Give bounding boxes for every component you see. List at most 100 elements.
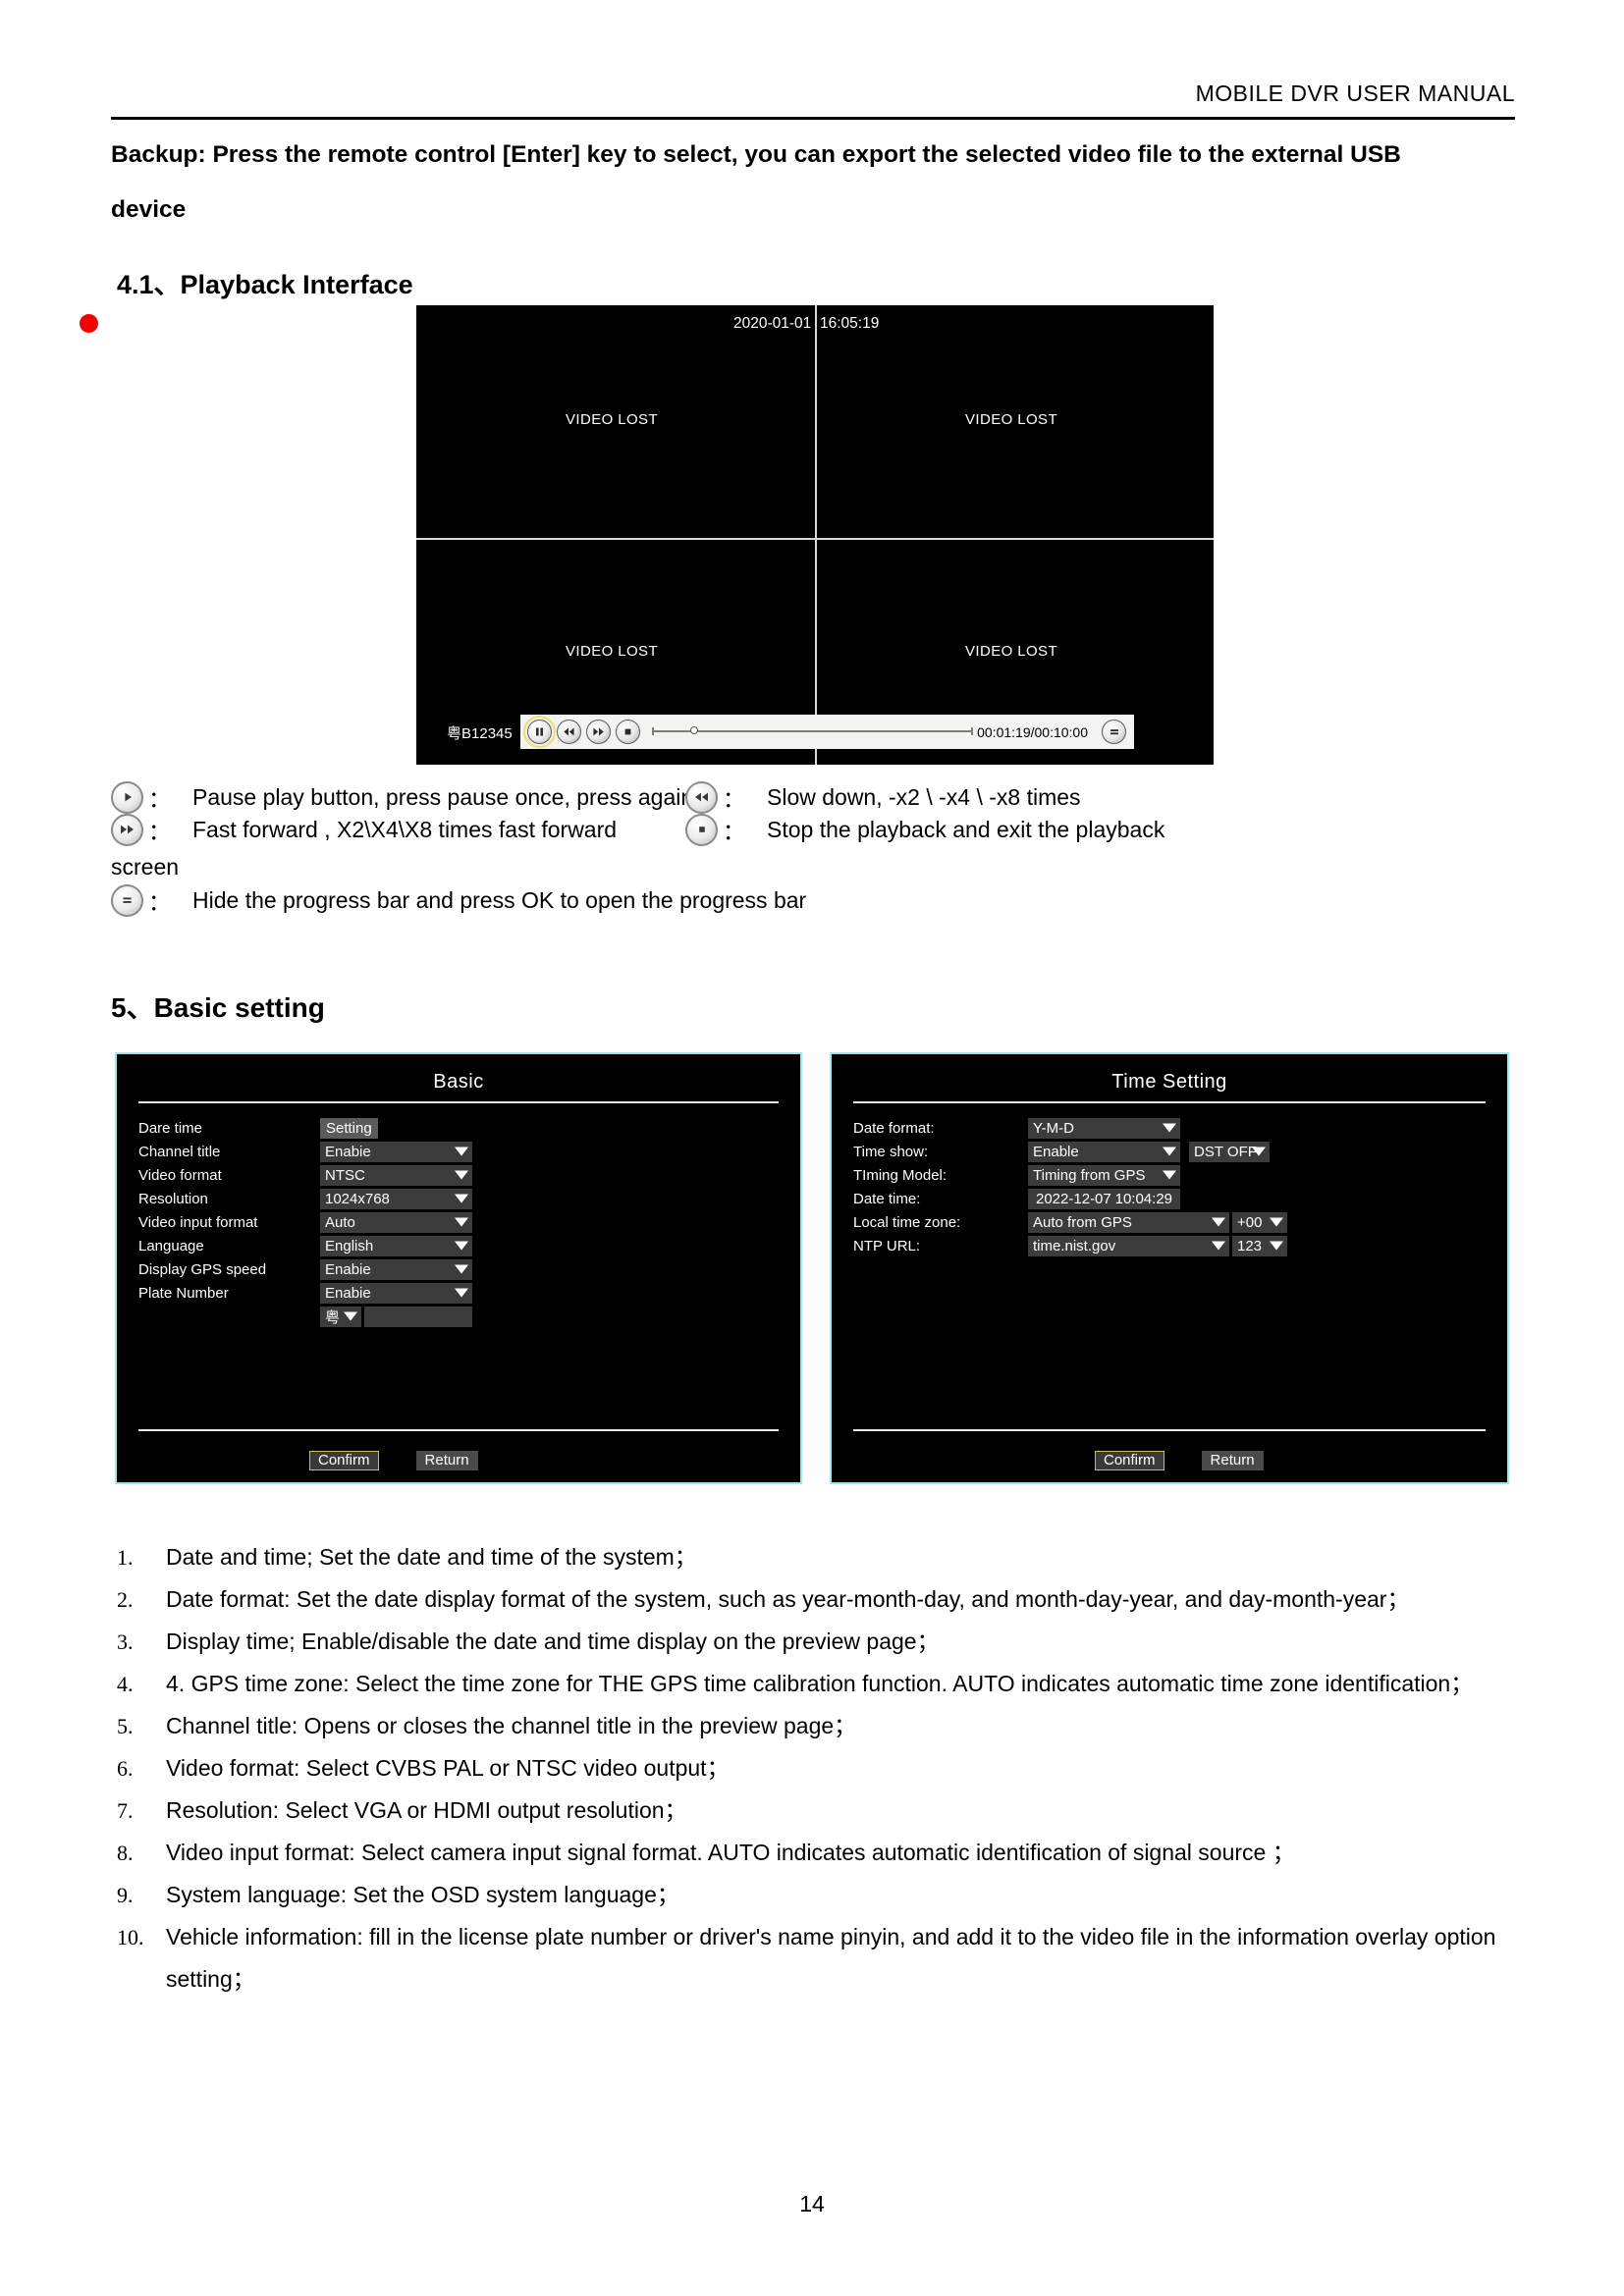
list-item: 1. Date and time; Set the date and time … xyxy=(111,1536,1525,1578)
legend-colon: ： xyxy=(148,819,171,844)
stop-button[interactable] xyxy=(616,720,640,744)
progress-slider[interactable] xyxy=(652,720,974,744)
chevron-down-icon xyxy=(1252,1147,1266,1156)
plate-number-input[interactable] xyxy=(364,1306,472,1327)
setting-row-display-gps-speed: Display GPS speed Enabie xyxy=(138,1258,800,1280)
section-heading-basic-setting: 5、Basic setting xyxy=(111,992,325,1023)
list-item: 8. Video input format: Select camera inp… xyxy=(111,1832,1525,1874)
playback-time-readout: 00:01:19/00:10:00 xyxy=(977,723,1088,740)
menu-icon xyxy=(111,883,143,917)
language-select[interactable]: English xyxy=(320,1235,472,1256)
time-return-button[interactable]: Return xyxy=(1201,1451,1264,1470)
list-item: 9. System language: Set the OSD system l… xyxy=(111,1874,1525,1916)
row-label: Plate Number xyxy=(138,1284,229,1302)
settings-panels: Basic Dare time Setting Channel title En… xyxy=(115,1052,1509,1484)
slider-handle[interactable] xyxy=(689,726,698,734)
row-label: Language xyxy=(138,1237,204,1255)
play-glyph xyxy=(124,792,132,802)
chevron-down-icon xyxy=(455,1170,468,1180)
pause-play-button[interactable] xyxy=(523,716,556,748)
fast-forward-button[interactable] xyxy=(586,720,611,744)
date-format-select[interactable]: Y-M-D xyxy=(1028,1117,1180,1139)
row-label: Resolution xyxy=(138,1190,208,1207)
list-item: 2. Date format: Set the date display for… xyxy=(111,1578,1525,1621)
list-item-text: 4. GPS time zone: Select the time zone f… xyxy=(166,1671,1474,1696)
list-item-number: 7. xyxy=(117,1798,134,1823)
hide-progress-bar-button[interactable] xyxy=(1102,720,1126,744)
panel-footer-divider xyxy=(138,1429,779,1431)
local-time-zone-select[interactable]: Auto from GPS xyxy=(1028,1211,1229,1233)
setting-row-ntp-url: NTP URL: time.nist.gov 123 xyxy=(853,1235,1507,1256)
legend-colon: ： xyxy=(148,889,171,915)
select-value: English xyxy=(325,1237,374,1255)
ntp-port-select[interactable]: 123 xyxy=(1232,1235,1287,1256)
video-format-select[interactable]: NTSC xyxy=(320,1164,472,1186)
running-header: MOBILE DVR USER MANUAL xyxy=(1195,80,1515,106)
fast-forward-glyph xyxy=(121,825,134,834)
time-rows: Date format: Y-M-D Time show: Enable DST… xyxy=(832,1117,1507,1256)
fast-forward-icon xyxy=(111,813,143,846)
settings-description-list: 1. Date and time; Set the date and time … xyxy=(111,1536,1525,2001)
list-item: 4. 4. GPS time zone: Select the time zon… xyxy=(111,1663,1525,1705)
time-confirm-button[interactable]: Confirm xyxy=(1095,1451,1164,1470)
row-label: NTP URL: xyxy=(853,1237,921,1255)
select-value: NTSC xyxy=(325,1166,365,1184)
ntp-url-select[interactable]: time.nist.gov xyxy=(1028,1235,1229,1256)
setting-row-time-show: Time show: Enable DST OFF xyxy=(853,1141,1507,1162)
list-item-number: 4. xyxy=(117,1672,134,1696)
list-item-text: Display time; Enable/disable the date an… xyxy=(166,1629,940,1654)
video-input-format-select[interactable]: Auto xyxy=(320,1211,472,1233)
panel-title-basic: Basic xyxy=(433,1071,484,1093)
basic-confirm-button[interactable]: Confirm xyxy=(309,1451,379,1470)
time-settings-panel: Time Setting Date format: Y-M-D Time sho… xyxy=(830,1052,1509,1484)
list-item-number: 6. xyxy=(117,1756,134,1781)
chevron-down-icon xyxy=(1163,1147,1176,1156)
select-value: Enabie xyxy=(325,1284,371,1302)
time-zone-offset-select[interactable]: +00 xyxy=(1232,1211,1287,1233)
display-gps-speed-select[interactable]: Enabie xyxy=(320,1258,472,1280)
chevron-down-icon xyxy=(455,1147,468,1156)
rewind-icon xyxy=(564,727,574,736)
legend-text-rewind: Slow down, -x2 \ -x4 \ -x8 times xyxy=(767,783,1081,810)
row-label: Local time zone: xyxy=(853,1213,961,1231)
list-item-text: Channel title: Opens or closes the chann… xyxy=(166,1713,857,1738)
select-value: Enabie xyxy=(325,1260,371,1278)
timing-model-select[interactable]: Timing from GPS xyxy=(1028,1164,1180,1186)
date-time-setting-button[interactable]: Setting xyxy=(320,1117,378,1139)
rewind-glyph xyxy=(695,792,708,802)
basic-return-button[interactable]: Return xyxy=(415,1451,478,1470)
header-rule xyxy=(111,117,1515,120)
page-number: 14 xyxy=(799,2191,825,2216)
rewind-button[interactable] xyxy=(557,720,581,744)
resolution-select[interactable]: 1024x768 xyxy=(320,1188,472,1209)
list-item-text: Resolution: Select VGA or HDMI output re… xyxy=(166,1797,687,1823)
list-item: 6. Video format: Select CVBS PAL or NTSC… xyxy=(111,1747,1525,1789)
legend-item-menu: ： Hide the progress bar and press OK to … xyxy=(111,883,806,917)
select-value: 1024x768 xyxy=(325,1190,390,1207)
legend-item-fast-forward: ： Fast forward , X2\X4\X8 times fast for… xyxy=(111,813,617,846)
chevron-down-icon xyxy=(1163,1123,1176,1133)
osd-plate-number: 粤B12345 xyxy=(447,725,513,742)
legend-colon: ： xyxy=(723,819,745,844)
play-icon xyxy=(111,780,143,814)
plate-number-select[interactable]: Enabie xyxy=(320,1282,472,1304)
legend-item-rewind: ： Slow down, -x2 \ -x4 \ -x8 times xyxy=(685,780,1081,814)
setting-row-channel-title: Channel title Enabie xyxy=(138,1141,800,1162)
row-label: Date format: xyxy=(853,1119,935,1137)
channel-title-select[interactable]: Enabie xyxy=(320,1141,472,1162)
chevron-down-icon xyxy=(1212,1217,1225,1227)
row-label: Dare time xyxy=(138,1119,203,1137)
row-label: TIming Model: xyxy=(853,1166,947,1184)
date-time-input[interactable]: 2022-12-07 10:04:29 xyxy=(1028,1188,1180,1209)
select-value: Auto from GPS xyxy=(1033,1213,1132,1231)
stop-glyph xyxy=(698,827,705,832)
plate-province-select[interactable]: 粤 xyxy=(320,1306,361,1327)
setting-row-language: Language English xyxy=(138,1235,800,1256)
time-show-select[interactable]: Enable xyxy=(1028,1141,1180,1162)
dst-select[interactable]: DST OFF xyxy=(1189,1141,1270,1162)
list-item-number: 1. xyxy=(117,1545,134,1570)
legend-item-play: ： Pause play button, press pause once, p… xyxy=(111,780,693,814)
chevron-down-icon xyxy=(344,1311,357,1321)
osd-date: 2020-01-01 xyxy=(733,315,812,332)
setting-row-timing-model: TIming Model: Timing from GPS xyxy=(853,1164,1507,1186)
